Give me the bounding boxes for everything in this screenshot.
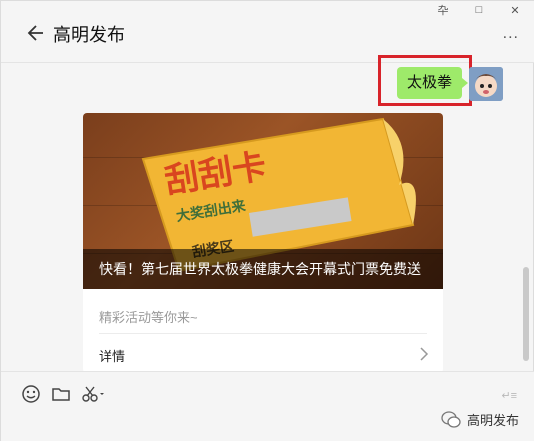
article-description: 精彩活动等你来~: [99, 310, 198, 325]
close-button[interactable]: ✕: [497, 1, 533, 19]
emoji-icon[interactable]: [21, 384, 41, 404]
wechat-icon: [441, 410, 461, 428]
scrollbar[interactable]: [523, 267, 529, 361]
article-card[interactable]: 刮刮卡 大奖刮出来 刮奖区 快看！第七届世界太极拳健康大会开幕式门票免费送 精彩…: [83, 113, 443, 373]
chevron-right-icon[interactable]: [419, 347, 429, 361]
watermark-text: 高明发布: [466, 413, 519, 428]
input-toolbar: ↵≡ 高明发布: [1, 371, 534, 441]
message-bubble[interactable]: 太极拳: [397, 67, 469, 99]
window-controls: 卆 □ ✕: [425, 1, 533, 19]
send-hint-icon: ↵≡: [501, 390, 517, 402]
wechat-chat-window: 高明发布 ... 卆 □ ✕ 太极拳 刮刮卡 大奖刮出来 快看！第七届世界太极拳…: [0, 0, 534, 441]
more-icon[interactable]: ...: [503, 26, 519, 42]
details-link[interactable]: 详情: [99, 346, 125, 365]
avatar[interactable]: [469, 67, 503, 101]
article-cover-image: 刮刮卡 大奖刮出来 刮奖区 快看！第七届世界太极拳健康大会开幕式门票免费送: [83, 113, 443, 289]
back-arrow-icon[interactable]: [25, 23, 45, 43]
article-title: 快看！第七届世界太极拳健康大会开幕式门票免费送: [83, 249, 443, 289]
maximize-button[interactable]: □: [461, 1, 497, 19]
scissors-icon[interactable]: [81, 384, 105, 404]
divider: [99, 333, 427, 334]
watermark: 高明发布: [441, 410, 519, 429]
folder-icon[interactable]: [51, 384, 71, 404]
pin-button[interactable]: 卆: [425, 1, 461, 19]
chat-title: 高明发布: [53, 25, 125, 45]
avatar-image: [469, 67, 503, 101]
